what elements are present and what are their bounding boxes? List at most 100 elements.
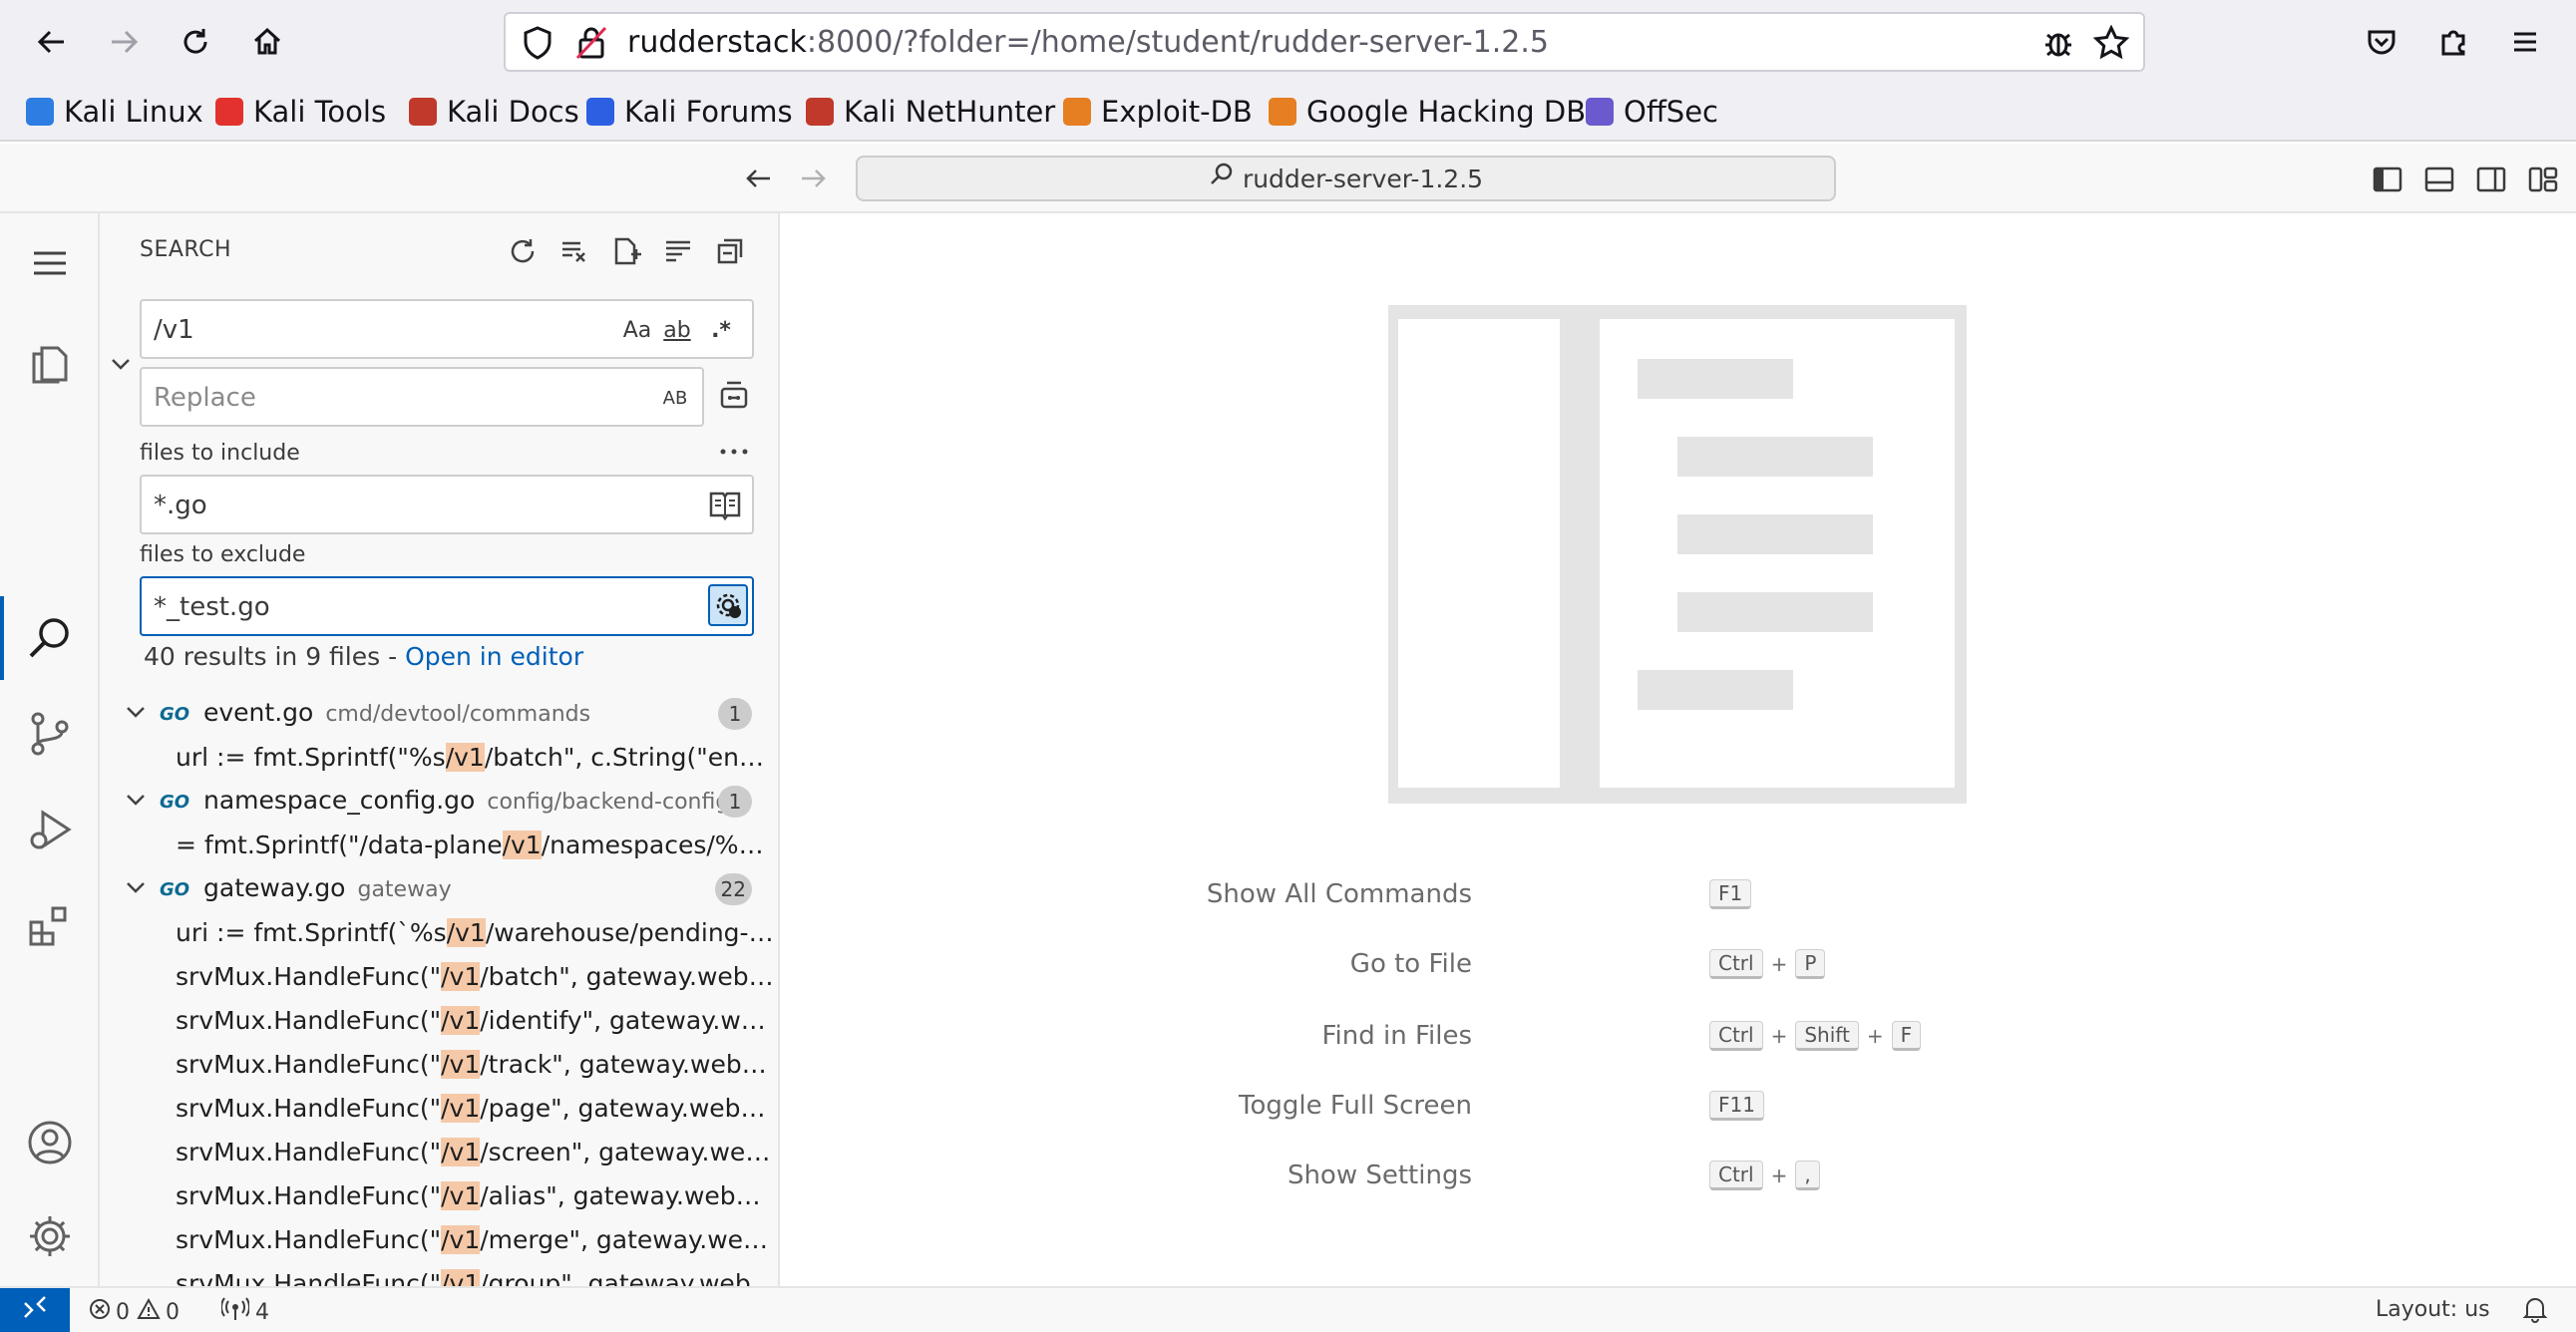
result-line[interactable]: url := fmt.Sprintf("%s/v1/batch", c.Stri… (176, 736, 776, 780)
back-arrow-icon[interactable] (24, 14, 80, 70)
shortcut-label: Show All Commands (1206, 879, 1472, 909)
notifications-bell-icon[interactable] (2521, 1295, 2549, 1323)
search-input[interactable]: /v1 Aa ab .* (140, 299, 754, 359)
toggle-secondary-sidebar-icon[interactable] (2475, 164, 2507, 195)
shortcut-show-settings: Show Settings Ctrl +, (782, 1157, 2576, 1200)
result-file-event-go[interactable]: GO event.go cmd/devtool/commands 1 (100, 692, 778, 736)
bookmark-kali-forums[interactable]: Kali Forums (586, 92, 793, 132)
run-debug-icon[interactable] (20, 800, 80, 859)
chevron-down-icon[interactable] (124, 788, 148, 816)
files-to-exclude-input[interactable]: *_test.go (140, 576, 754, 636)
result-line[interactable]: srvMux.HandleFunc("/v1/page", gateway.we… (176, 1087, 776, 1131)
home-icon[interactable] (239, 14, 295, 70)
shortcut-show-all-commands: Show All Commands F1 (782, 875, 2576, 919)
nav-forward-icon[interactable] (798, 164, 828, 197)
kali-nethunter-icon (806, 98, 834, 126)
view-as-list-icon[interactable] (658, 231, 698, 271)
kali-forums-icon (586, 98, 614, 126)
hamburger-menu-icon[interactable] (20, 233, 80, 293)
shield-icon[interactable] (522, 26, 553, 64)
explorer-icon[interactable] (20, 331, 80, 391)
offsec-icon (1586, 98, 1614, 126)
problems-status[interactable]: 0 0 (88, 1297, 180, 1327)
search-view-icon[interactable] (20, 608, 80, 668)
remote-icon (21, 1293, 49, 1327)
extensions-icon[interactable] (2425, 14, 2481, 70)
shortcut-label: Toggle Full Screen (1239, 1091, 1472, 1121)
shortcut-keys: Ctrl + P (1709, 949, 1826, 979)
manage-gear-icon[interactable] (20, 1206, 80, 1266)
results-summary-text: 40 results in 9 files - (144, 642, 406, 671)
result-line[interactable]: = fmt.Sprintf("/data-plane/v1/namespaces… (176, 824, 776, 867)
star-icon[interactable] (2092, 24, 2130, 65)
source-control-icon[interactable] (20, 704, 80, 764)
collapse-all-icon[interactable] (710, 231, 750, 271)
keyboard-layout-status[interactable]: Layout: us (2376, 1297, 2490, 1322)
toggle-primary-sidebar-icon[interactable] (2372, 164, 2403, 195)
remote-indicator[interactable] (0, 1288, 70, 1332)
replace-all-icon[interactable] (718, 379, 750, 417)
url-text: rudderstack:8000/?folder=/home/student/r… (627, 25, 1549, 60)
forward-arrow-icon[interactable] (96, 14, 152, 70)
result-line[interactable]: srvMux.HandleFunc("/v1/track", gateway.w… (176, 1043, 776, 1087)
search-open-editors-icon[interactable] (708, 489, 742, 524)
bookmark-kali-tools[interactable]: Kali Tools (215, 92, 386, 132)
result-file-namespace-config-go[interactable]: GO namespace_config.go config/backend-con… (100, 780, 778, 824)
bookmark-offsec[interactable]: OffSec (1586, 92, 1718, 132)
status-bar: 0 0 4 Layout: us (0, 1286, 2576, 1332)
insecure-lock-icon[interactable] (575, 26, 607, 64)
nav-back-icon[interactable] (744, 164, 774, 197)
reload-icon[interactable] (168, 14, 223, 70)
regex-toggle[interactable]: .* (702, 313, 740, 347)
bookmark-kali-linux[interactable]: Kali Linux (26, 92, 203, 132)
result-file-label: event.go cmd/devtool/commands (203, 698, 591, 727)
toggle-replace-chevron-icon[interactable] (110, 353, 132, 379)
preserve-case-toggle[interactable]: AB (656, 381, 694, 415)
error-count: 0 (116, 1299, 130, 1325)
result-line[interactable]: srvMux.HandleFunc("/v1/screen", gateway.… (176, 1131, 776, 1174)
search-icon (1209, 159, 1235, 200)
result-line[interactable]: srvMux.HandleFunc("/v1/identify", gatewa… (176, 999, 776, 1043)
accounts-icon[interactable] (20, 1113, 80, 1172)
extensions-view-icon[interactable] (20, 895, 80, 955)
clear-results-icon[interactable] (554, 231, 594, 271)
result-line[interactable]: srvMux.HandleFunc("/v1/batch", gateway.w… (176, 955, 776, 999)
activity-bar (0, 213, 100, 1286)
broadcast-icon (220, 1297, 250, 1327)
key-cap: P (1795, 949, 1826, 979)
result-line[interactable]: uri := fmt.Sprintf(`%s/v1/warehouse/pend… (176, 911, 776, 955)
result-line[interactable]: srvMux.HandleFunc("/v1/group", gateway.w… (176, 1262, 776, 1286)
toggle-panel-icon[interactable] (2423, 164, 2455, 195)
shortcut-go-to-file: Go to File Ctrl + P (782, 945, 2576, 989)
result-line[interactable]: srvMux.HandleFunc("/v1/merge", gateway.w… (176, 1218, 776, 1262)
menu-icon[interactable] (2497, 14, 2553, 70)
files-to-exclude-label: files to exclude (140, 542, 306, 567)
bookmarks-bar: Kali Linux Kali Tools Kali Docs Kali For… (0, 84, 2576, 142)
files-to-include-input[interactable]: *.go (140, 475, 754, 534)
key-cap: Ctrl (1709, 1161, 1763, 1190)
open-in-editor-link[interactable]: Open in editor (405, 642, 583, 671)
files-to-include-value: *.go (154, 491, 207, 520)
chevron-down-icon[interactable] (124, 875, 148, 903)
refresh-icon[interactable] (503, 231, 543, 271)
more-options-icon[interactable] (718, 443, 750, 462)
bookmark-exploit-db[interactable]: Exploit-DB (1063, 92, 1253, 132)
replace-input[interactable]: Replace AB (140, 367, 704, 427)
match-case-toggle[interactable]: Aa (620, 313, 654, 347)
bug-icon[interactable] (2041, 26, 2075, 64)
command-center[interactable]: rudder-server-1.2.5 (856, 156, 1836, 201)
new-search-editor-icon[interactable] (606, 231, 646, 271)
result-file-gateway-go[interactable]: GO gateway.go gateway 22 (100, 867, 778, 911)
customize-layout-icon[interactable] (2527, 164, 2559, 195)
whole-word-toggle[interactable]: ab (658, 313, 696, 347)
bookmark-kali-nethunter[interactable]: Kali NetHunter (806, 92, 1055, 132)
use-exclude-settings-icon[interactable] (708, 584, 748, 626)
bookmark-google-hacking-db[interactable]: Google Hacking DB (1269, 92, 1586, 132)
chevron-down-icon[interactable] (124, 700, 148, 728)
url-bar[interactable]: rudderstack:8000/?folder=/home/student/r… (504, 12, 2145, 72)
bookmark-kali-docs[interactable]: Kali Docs (409, 92, 579, 132)
result-line[interactable]: srvMux.HandleFunc("/v1/alias", gateway.w… (176, 1174, 776, 1218)
ports-status[interactable]: 4 (220, 1297, 269, 1327)
pocket-icon[interactable] (2354, 14, 2409, 70)
files-to-include-label: files to include (140, 441, 300, 466)
